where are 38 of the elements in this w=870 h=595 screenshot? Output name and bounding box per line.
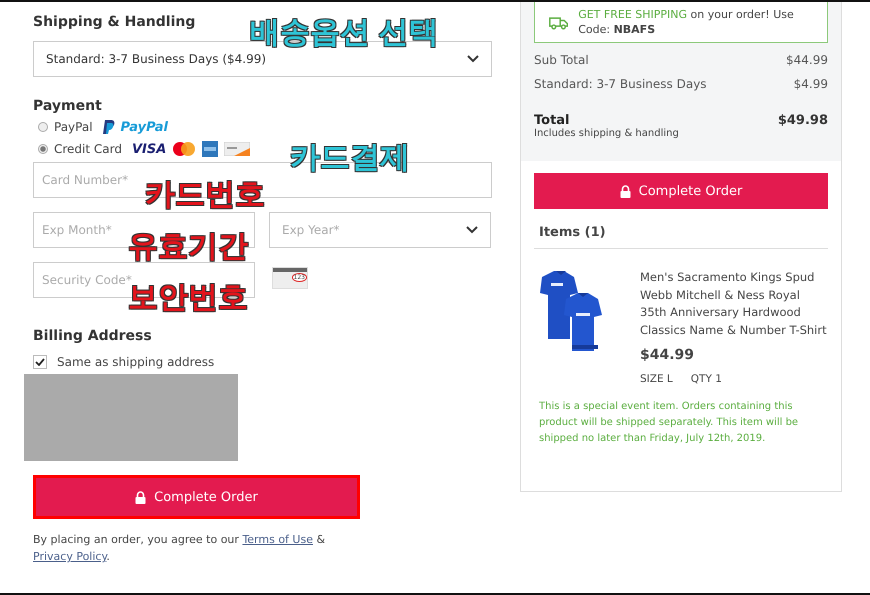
section-heading: Shipping & Handling [33, 14, 196, 32]
terms-link[interactable]: Terms of Use [242, 533, 313, 546]
radio-button[interactable] [38, 122, 48, 132]
product-price: $44.99 [640, 347, 696, 363]
radio-label: Credit Card [54, 142, 122, 156]
paypal-logo: PayPal [120, 120, 168, 134]
complete-order-button[interactable]: Complete Order [534, 173, 828, 209]
chevron-down-icon [467, 55, 479, 63]
section-heading: Billing Address [33, 328, 153, 346]
items-heading: Items (1) [534, 209, 828, 249]
lock-icon [620, 184, 631, 198]
product-name: Men's Sacramento Kings Spud Webb Mitchell & Ness Royal 35th Anniversary Hardwood Classics Name & Number T-Shirt [640, 269, 828, 338]
checkbox[interactable] [33, 355, 47, 369]
section-heading: Payment [33, 98, 103, 116]
total-amount: $49.98 [778, 113, 828, 130]
mastercard-icon [172, 141, 196, 157]
line-label: Standard: 3-7 Business Days [534, 77, 707, 91]
chevron-down-icon [466, 226, 478, 234]
line-label: Sub Total [534, 53, 589, 67]
visa-logo: VISA [132, 142, 166, 156]
radio-button[interactable] [38, 144, 48, 154]
line-amount: $44.99 [786, 53, 828, 67]
shipping-note: This is a special event item. Orders containing this product will be shipped separately. This item will be shipped no later than Friday, July 12th, 2019. [539, 400, 800, 446]
total-note: Includes shipping & handling [534, 128, 679, 139]
total-label: Total [534, 113, 571, 128]
quantity-label: QTY 1 [690, 373, 722, 385]
size-label: SIZE L [640, 373, 673, 385]
card-icon [202, 141, 218, 157]
privacy-link[interactable]: Privacy Policy [33, 550, 106, 563]
radio-label: PayPal [54, 120, 93, 134]
line-amount: $4.99 [794, 77, 828, 91]
card-icon [224, 142, 250, 156]
promo-text: GET FREE SHIPPING on your order! Use Code: NBAFS [578, 7, 795, 37]
terms-text: By placing an order, you agree to our Terms of Use & Privacy Policy. [33, 532, 326, 565]
checkbox-label: Same as shipping address [57, 355, 214, 369]
lock-icon [135, 490, 146, 504]
complete-order-button[interactable]: Complete Order [33, 475, 360, 519]
paypal-p-icon [102, 120, 115, 134]
